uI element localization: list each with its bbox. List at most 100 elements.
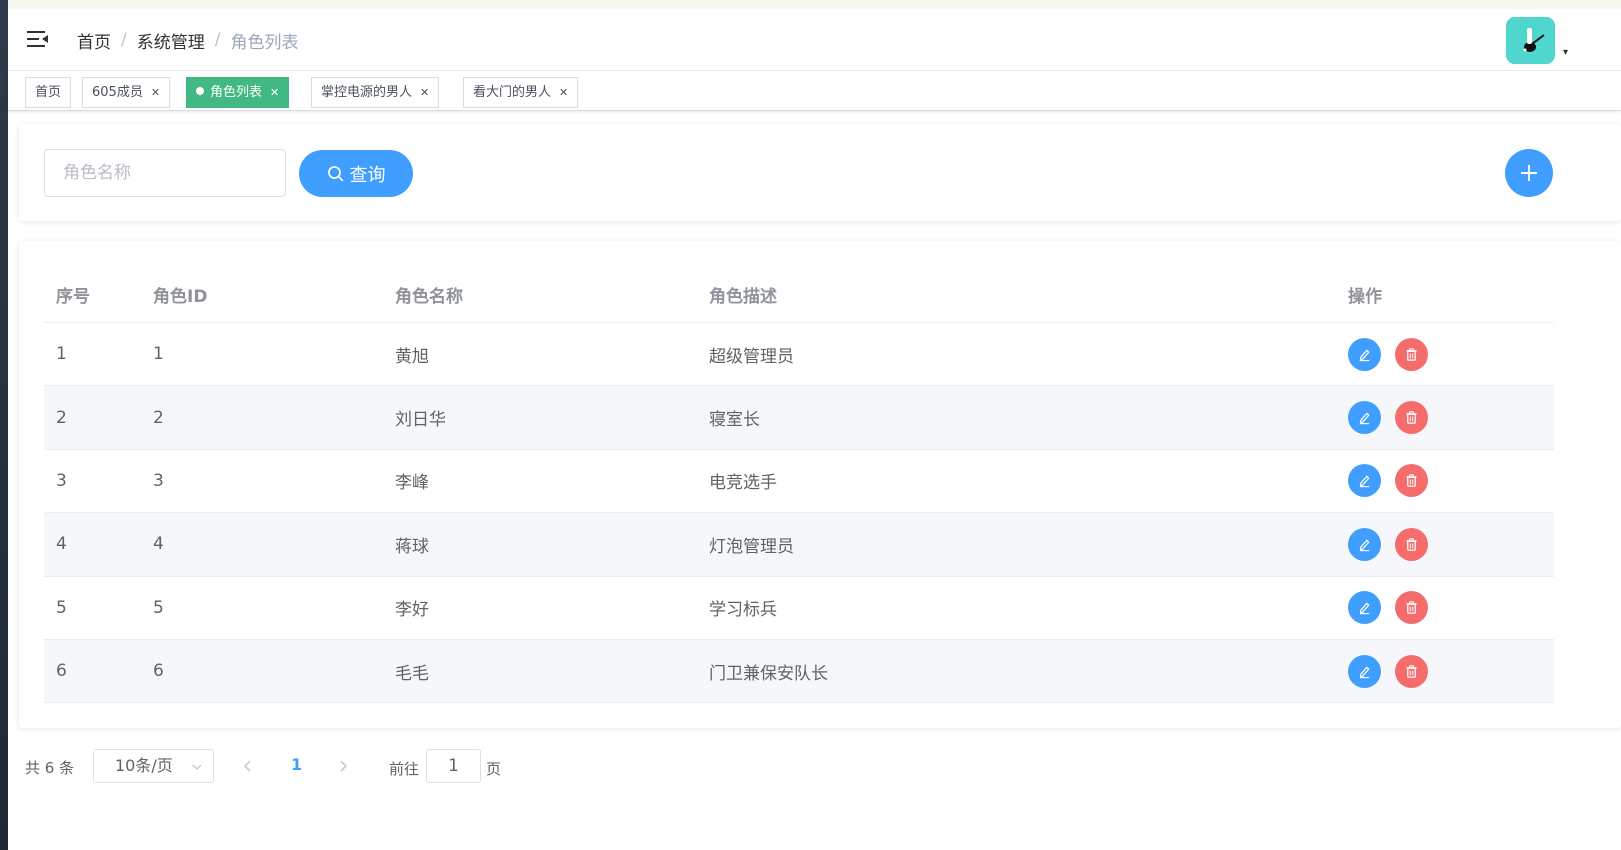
close-icon[interactable]: ✕ [270, 86, 279, 99]
tag-power-man[interactable]: 掌控电源的男人 ✕ [311, 77, 440, 108]
cell-index: 1 [56, 344, 67, 365]
chevron-down-icon[interactable]: ▾ [1563, 47, 1568, 58]
delete-icon [1406, 474, 1417, 488]
search-button-label: 查询 [349, 164, 386, 186]
search-button[interactable]: 查询 [299, 150, 413, 197]
side-edge [0, 0, 8, 850]
breadcrumb-current: 角色列表 [230, 32, 299, 53]
role-table-card: 序号 角色ID 角色名称 角色描述 操作 1 1 黄旭 超级管理员 2 2 刘日华 寝室长 3 3… [19, 241, 1621, 728]
delete-button[interactable] [1395, 337, 1428, 371]
page-number[interactable]: 1 [291, 755, 302, 774]
cell-actions [1348, 386, 1428, 448]
cell-role-desc: 门卫兼保安队长 [709, 663, 828, 684]
cell-actions [1348, 577, 1428, 639]
edit-button[interactable] [1348, 401, 1381, 435]
cell-actions [1348, 513, 1428, 575]
tag-door-man[interactable]: 看大门的男人 ✕ [463, 77, 579, 108]
cell-role-id: 5 [153, 597, 164, 618]
delete-button[interactable] [1395, 527, 1428, 561]
cell-role-id: 6 [153, 661, 164, 682]
tag-members[interactable]: 605成员 ✕ [82, 77, 171, 108]
cell-role-id: 4 [153, 534, 164, 555]
cell-role-id: 1 [153, 344, 164, 365]
table-row: 5 5 李好 学习标兵 [44, 577, 1554, 640]
role-table: 序号 角色ID 角色名称 角色描述 操作 1 1 黄旭 超级管理员 2 2 刘日华 寝室长 3 3… [44, 266, 1554, 704]
table-row: 3 3 李峰 电竞选手 [44, 450, 1554, 514]
role-name-search-input[interactable] [44, 149, 286, 197]
plus-icon [1521, 165, 1537, 181]
delete-icon [1406, 601, 1417, 614]
table-row: 1 1 黄旭 超级管理员 [44, 323, 1554, 387]
cell-index: 6 [56, 661, 67, 682]
column-header-role-name: 角色名称 [395, 286, 463, 307]
cell-role-desc: 寝室长 [709, 410, 760, 431]
delete-icon [1406, 348, 1417, 361]
pagination-total: 共 6 条 [25, 759, 75, 777]
avatar[interactable] [1506, 17, 1555, 64]
cell-role-name: 毛毛 [395, 663, 429, 684]
column-header-actions: 操作 [1348, 286, 1382, 307]
cell-role-name: 蒋球 [395, 536, 429, 557]
cell-index: 5 [56, 597, 67, 618]
table-body: 1 1 黄旭 超级管理员 2 2 刘日华 寝室长 3 3 李峰 电竞选手 4 4 蒋球 灯泡管理员 5 5 李好 学习… [44, 323, 1554, 704]
main-area: 首页 / 系统管理 / 角色列表 ▾ 首页 605成员 ✕ 角色列表 ✕ 掌控电… [8, 9, 1621, 850]
tag-role-list[interactable]: 角色列表 ✕ [186, 77, 290, 108]
next-page-button[interactable] [333, 756, 353, 776]
hamburger-fold-icon[interactable] [27, 30, 49, 48]
edit-icon [1359, 602, 1370, 615]
tag-label: 掌控电源的男人 [321, 85, 413, 100]
active-dot-icon [196, 87, 204, 95]
breadcrumb-system[interactable]: 系统管理 [137, 28, 205, 53]
edit-icon [1359, 539, 1370, 552]
edit-button[interactable] [1348, 337, 1381, 371]
cell-index: 4 [56, 534, 67, 555]
close-icon[interactable]: ✕ [420, 86, 429, 99]
cell-role-name: 刘日华 [395, 410, 446, 431]
tag-home[interactable]: 首页 [25, 77, 72, 108]
cell-role-desc: 灯泡管理员 [709, 536, 794, 557]
edit-icon [1359, 666, 1370, 678]
delete-button[interactable] [1395, 401, 1428, 435]
close-icon[interactable]: ✕ [559, 86, 568, 99]
cell-role-name: 李峰 [395, 473, 429, 494]
cell-role-id: 2 [153, 407, 164, 428]
table-row: 4 4 蒋球 灯泡管理员 [44, 513, 1554, 577]
cell-role-name: 李好 [395, 600, 429, 621]
delete-icon [1406, 538, 1417, 551]
chevron-down-icon [191, 750, 203, 782]
column-header-role-desc: 角色描述 [709, 286, 777, 307]
goto-suffix: 页 [486, 760, 502, 778]
delete-button[interactable] [1395, 464, 1428, 498]
edit-button[interactable] [1348, 591, 1381, 625]
search-card: 查询 [19, 124, 1621, 221]
breadcrumb-home[interactable]: 首页 [77, 28, 111, 53]
table-row: 6 6 毛毛 门卫兼保安队长 [44, 639, 1554, 704]
goto-label: 前往 [389, 760, 420, 778]
delete-button[interactable] [1395, 591, 1428, 625]
navbar: 首页 / 系统管理 / 角色列表 ▾ [8, 9, 1621, 71]
goto-page-input[interactable] [426, 749, 481, 783]
add-role-button[interactable] [1505, 149, 1553, 197]
edit-button[interactable] [1348, 527, 1381, 561]
prev-page-button[interactable] [238, 756, 258, 776]
edit-icon [1359, 412, 1370, 425]
top-edge [8, 0, 1621, 9]
breadcrumb-separator: / [121, 30, 127, 50]
edit-button[interactable] [1348, 654, 1381, 688]
page-size-value: 10条/页 [115, 756, 173, 775]
search-icon [327, 166, 343, 182]
chevron-right-icon [340, 760, 348, 772]
delete-icon [1406, 665, 1417, 678]
delete-button[interactable] [1395, 654, 1428, 688]
breadcrumb-separator: / [214, 30, 221, 50]
cell-actions [1348, 323, 1428, 385]
edit-icon [1359, 476, 1370, 488]
cell-role-desc: 学习标兵 [709, 600, 777, 621]
cell-actions [1348, 640, 1428, 702]
tag-label: 首页 [35, 85, 62, 100]
tag-label: 看大门的男人 [473, 85, 552, 100]
edit-button[interactable] [1348, 464, 1381, 498]
close-icon[interactable]: ✕ [151, 86, 160, 99]
tag-label: 605成员 [92, 85, 143, 100]
page-size-select[interactable]: 10条/页 [93, 749, 214, 783]
